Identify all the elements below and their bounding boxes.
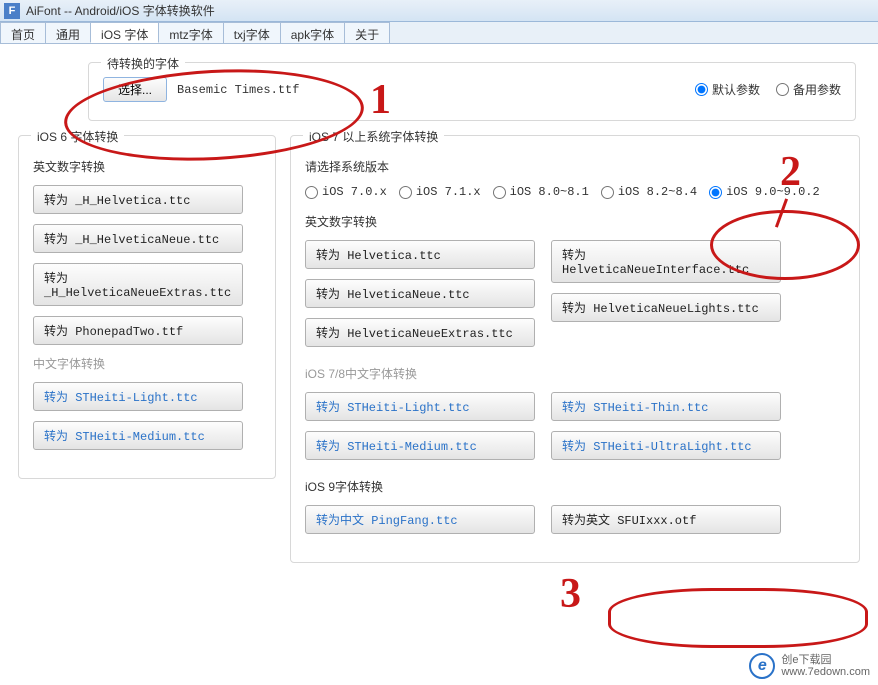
watermark: e 创e下载园 www.7edown.com: [749, 653, 870, 679]
tab-general[interactable]: 通用: [45, 22, 91, 43]
group-select-font: 待转换的字体 选择... Basemic Times.ttf 默认参数 备用参数: [88, 62, 856, 121]
tab-mtz[interactable]: mtz字体: [158, 22, 223, 43]
selected-filename: Basemic Times.ttf: [177, 83, 299, 97]
btn-helveticaneuelights[interactable]: 转为 HelveticaNeueLights.ttc: [551, 293, 781, 322]
radio-ios80-81[interactable]: iOS 8.0~8.1: [493, 185, 589, 199]
ios78-cn-heading: iOS 7/8中文字体转换: [305, 365, 845, 382]
titlebar: F AiFont -- Android/iOS 字体转换软件: [0, 0, 878, 22]
app-icon: F: [4, 3, 20, 19]
btn-stheiti-light-6[interactable]: 转为 STHeiti-Light.ttc: [33, 382, 243, 411]
param-radio-group: 默认参数 备用参数: [695, 81, 841, 98]
btn-stheiti-thin[interactable]: 转为 STHeiti-Thin.ttc: [551, 392, 781, 421]
radio-ios82-84[interactable]: iOS 8.2~8.4: [601, 185, 697, 199]
btn-sfui[interactable]: 转为英文 SFUIxxx.otf: [551, 505, 781, 534]
radio-ios71x[interactable]: iOS 7.1.x: [399, 185, 481, 199]
tab-home[interactable]: 首页: [0, 22, 46, 43]
group-title-ios6: iOS 6 字体转换: [31, 128, 124, 145]
btn-helvetica[interactable]: 转为 Helvetica.ttc: [305, 240, 535, 269]
radio-ios90-902[interactable]: iOS 9.0~9.0.2: [709, 185, 820, 199]
tab-about[interactable]: 关于: [344, 22, 390, 43]
btn-stheiti-medium-7[interactable]: 转为 STHeiti-Medium.ttc: [305, 431, 535, 460]
watermark-line1: 创e下载园: [781, 654, 870, 666]
btn-stheiti-medium-6[interactable]: 转为 STHeiti-Medium.ttc: [33, 421, 243, 450]
group-ios6: iOS 6 字体转换 英文数字转换 转为 _H_Helvetica.ttc 转为…: [18, 135, 276, 479]
tab-apk[interactable]: apk字体: [280, 22, 345, 43]
group-title-select: 待转换的字体: [101, 55, 185, 72]
radio-default-params-input[interactable]: [695, 83, 708, 96]
tab-txj[interactable]: txj字体: [223, 22, 281, 43]
radio-default-label: 默认参数: [712, 81, 760, 98]
btn-h-helvetica[interactable]: 转为 _H_Helvetica.ttc: [33, 185, 243, 214]
tab-bar: 首页 通用 iOS 字体 mtz字体 txj字体 apk字体 关于: [0, 22, 878, 44]
ios9-heading: iOS 9字体转换: [305, 478, 845, 495]
btn-stheiti-ultralight[interactable]: 转为 STHeiti-UltraLight.ttc: [551, 431, 781, 460]
radio-ios70x[interactable]: iOS 7.0.x: [305, 185, 387, 199]
btn-helveticaneueextras[interactable]: 转为 HelveticaNeueExtras.ttc: [305, 318, 535, 347]
select-file-button[interactable]: 选择...: [103, 77, 167, 102]
btn-stheiti-light-7[interactable]: 转为 STHeiti-Light.ttc: [305, 392, 535, 421]
group-title-ios7plus: iOS 7 以上系统字体转换: [303, 128, 444, 145]
group-ios7plus: iOS 7 以上系统字体转换 请选择系统版本 iOS 7.0.x iOS 7.1…: [290, 135, 860, 563]
content-area: 待转换的字体 选择... Basemic Times.ttf 默认参数 备用参数: [0, 44, 878, 685]
ios7-eng-heading: 英文数字转换: [305, 213, 845, 230]
ios6-eng-heading: 英文数字转换: [33, 158, 261, 175]
window-title: AiFont -- Android/iOS 字体转换软件: [26, 2, 215, 19]
radio-backup-params-input[interactable]: [776, 83, 789, 96]
radio-default-params[interactable]: 默认参数: [695, 81, 760, 98]
tab-ios-font[interactable]: iOS 字体: [90, 22, 159, 43]
watermark-line2: www.7edown.com: [781, 666, 870, 678]
radio-backup-params[interactable]: 备用参数: [776, 81, 841, 98]
btn-h-helveticaneueextras[interactable]: 转为 _H_HelveticaNeueExtras.ttc: [33, 263, 243, 306]
ios6-cn-heading: 中文字体转换: [33, 355, 261, 372]
radio-backup-label: 备用参数: [793, 81, 841, 98]
btn-h-helveticaneue[interactable]: 转为 _H_HelveticaNeue.ttc: [33, 224, 243, 253]
ios7-version-heading: 请选择系统版本: [305, 158, 845, 175]
btn-pingfang[interactable]: 转为中文 PingFang.ttc: [305, 505, 535, 534]
btn-helveticaneueinterface[interactable]: 转为 HelveticaNeueInterface.ttc: [551, 240, 781, 283]
btn-helveticaneue[interactable]: 转为 HelveticaNeue.ttc: [305, 279, 535, 308]
btn-phonepadtwo[interactable]: 转为 PhonepadTwo.ttf: [33, 316, 243, 345]
version-radio-group: iOS 7.0.x iOS 7.1.x iOS 8.0~8.1 iOS 8.2~…: [305, 185, 845, 199]
watermark-icon: e: [749, 653, 775, 679]
